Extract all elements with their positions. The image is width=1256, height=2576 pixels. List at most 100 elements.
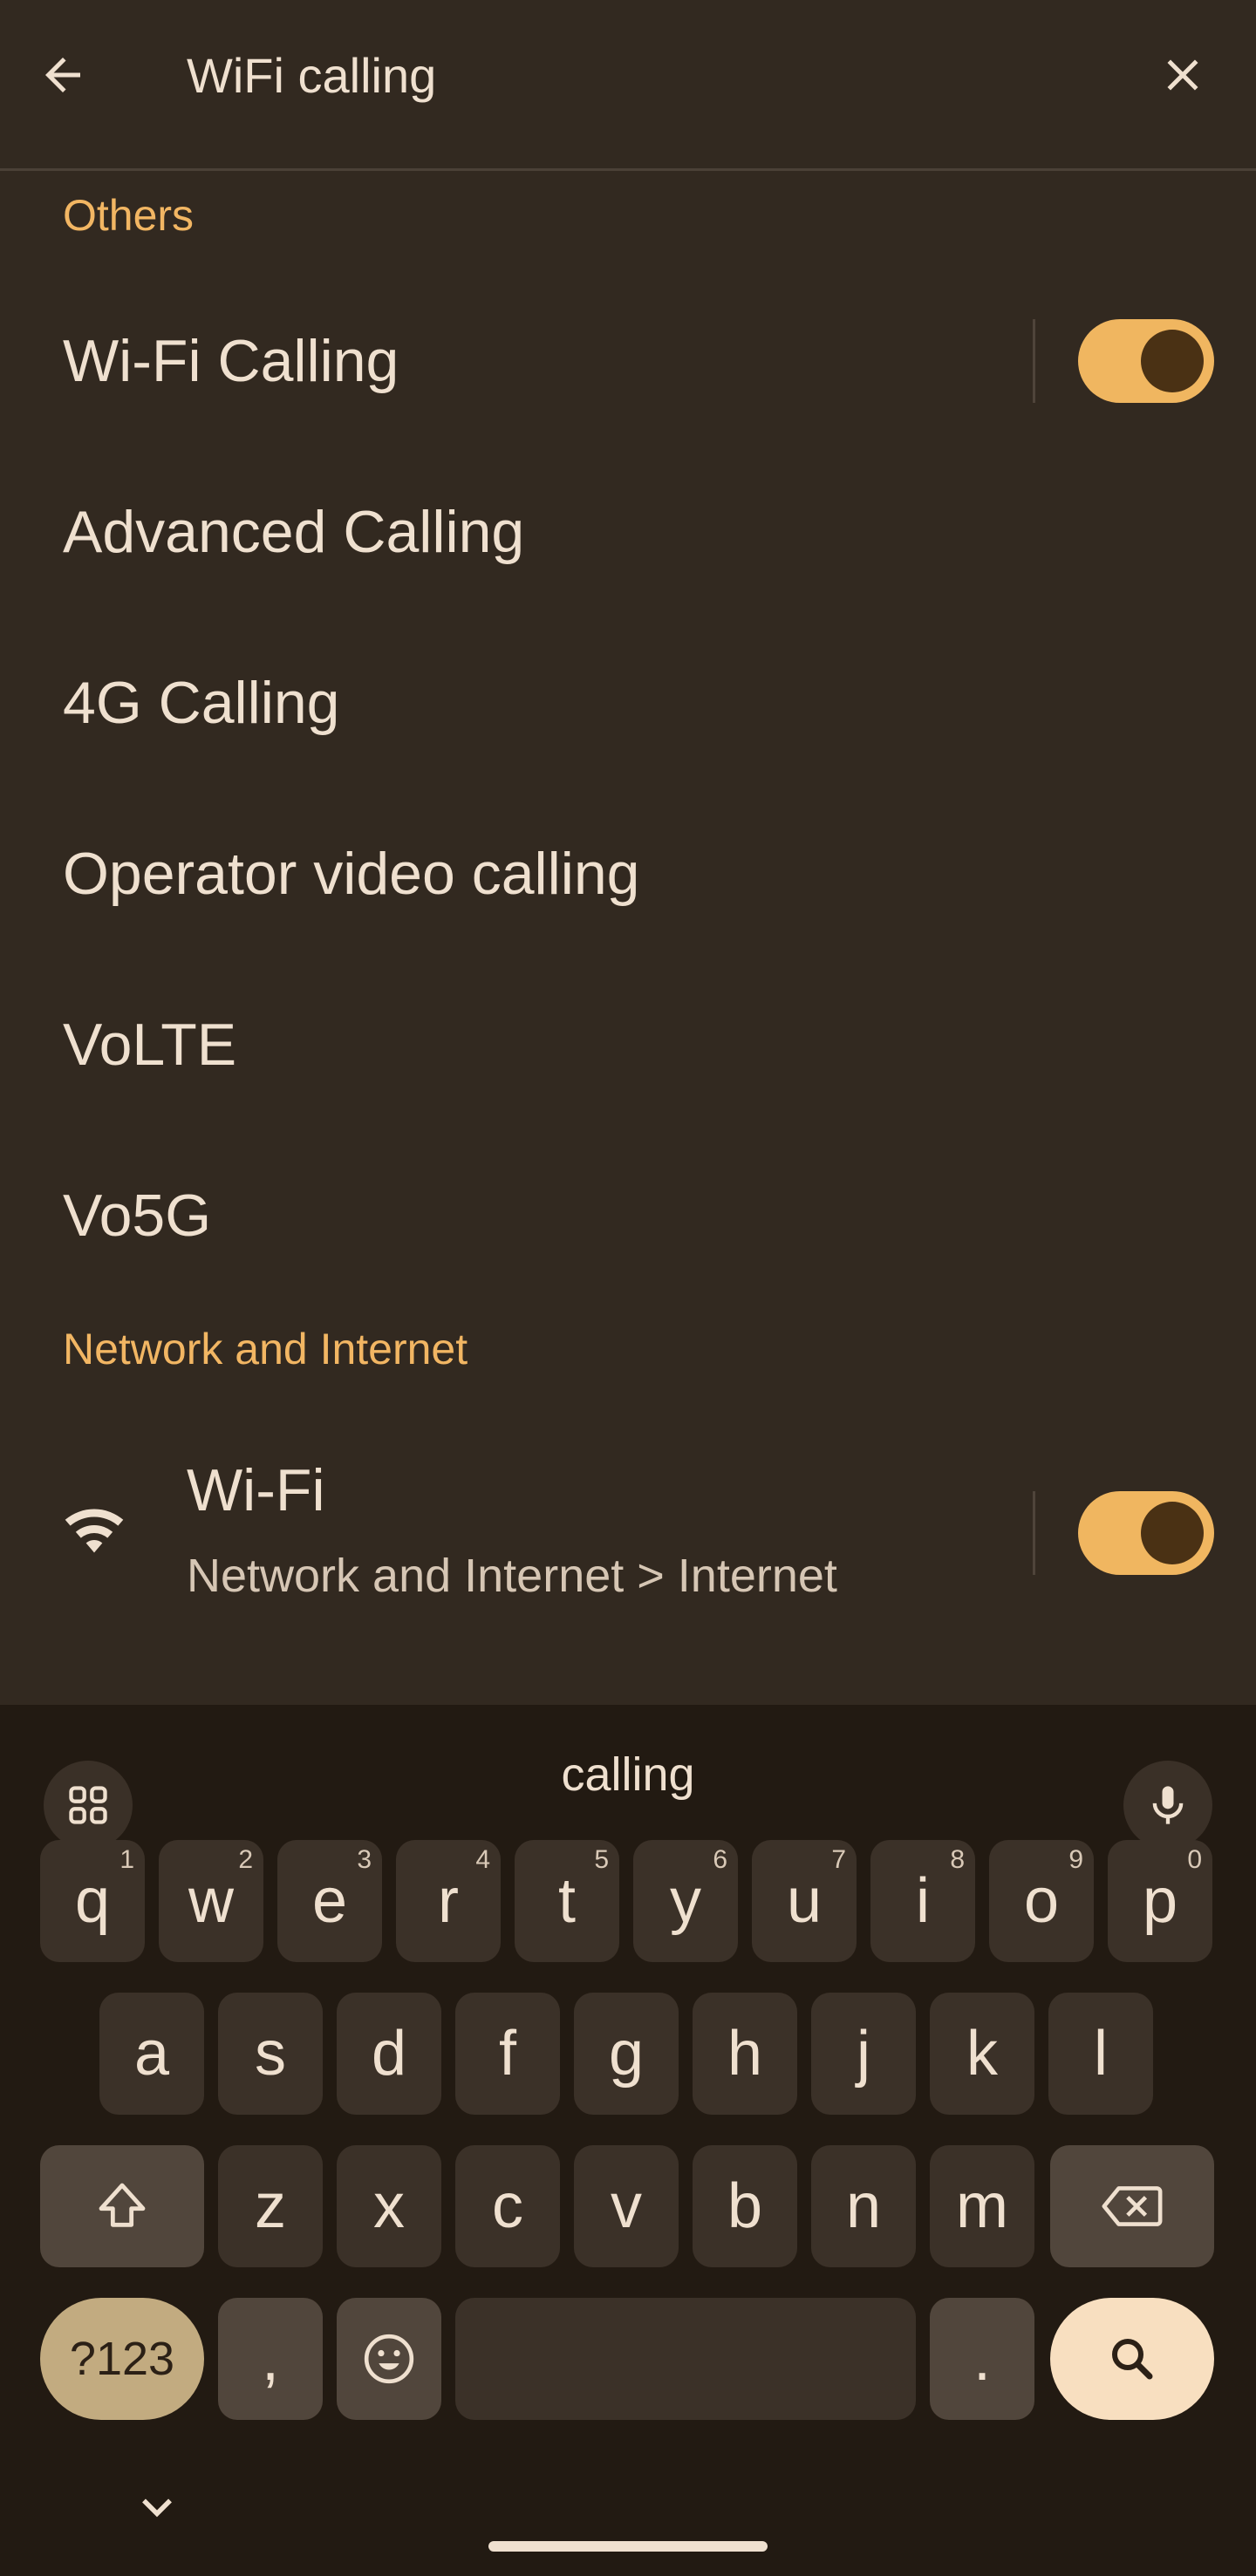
back-button[interactable] bbox=[10, 23, 115, 127]
key-label: o bbox=[1023, 1866, 1060, 1936]
section-header-others: Others bbox=[63, 191, 195, 240]
wifi-calling-toggle[interactable] bbox=[1078, 319, 1214, 403]
toggle-thumb bbox=[1141, 330, 1204, 392]
key-number-hint: 9 bbox=[1068, 1845, 1083, 1874]
comma-key[interactable]: , bbox=[218, 2298, 323, 2420]
key-label: g bbox=[608, 2019, 645, 2089]
toggle-divider bbox=[1033, 319, 1035, 403]
key-number-hint: 3 bbox=[357, 1845, 372, 1874]
key-s[interactable]: s bbox=[218, 1993, 323, 2115]
search-header bbox=[0, 0, 1256, 171]
key-x[interactable]: x bbox=[337, 2145, 441, 2267]
result-volte[interactable]: VoLTE bbox=[0, 959, 1256, 1130]
result-title: Vo5G bbox=[63, 1182, 212, 1249]
key-v[interactable]: v bbox=[574, 2145, 679, 2267]
section-header-network: Network and Internet bbox=[63, 1325, 468, 1373]
key-label: k bbox=[966, 2019, 998, 2089]
key-u[interactable]: u7 bbox=[752, 1840, 857, 1962]
key-b[interactable]: b bbox=[693, 2145, 797, 2267]
key-l[interactable]: l bbox=[1048, 1993, 1153, 2115]
result-title: VoLTE bbox=[63, 1012, 237, 1078]
key-label: m bbox=[956, 2171, 1008, 2241]
search-icon bbox=[1112, 2339, 1153, 2380]
key-t[interactable]: t5 bbox=[515, 1840, 619, 1962]
key-number-hint: 2 bbox=[238, 1845, 253, 1874]
key-number-hint: 7 bbox=[831, 1845, 846, 1874]
key-label: n bbox=[845, 2171, 882, 2241]
backspace-key[interactable] bbox=[1050, 2145, 1214, 2267]
key-label: f bbox=[498, 2019, 516, 2089]
result-title: Advanced Calling bbox=[63, 499, 525, 565]
clear-search-button[interactable] bbox=[1130, 23, 1235, 127]
key-o[interactable]: o9 bbox=[989, 1840, 1094, 1962]
result-wifi-calling[interactable]: Wi-Fi Calling bbox=[0, 276, 1256, 446]
result-title: Operator video calling bbox=[63, 841, 640, 907]
result-vo5g[interactable]: Vo5G bbox=[0, 1130, 1256, 1301]
settings-search-screen: Others Wi-Fi Calling Advanced Calling 4G… bbox=[0, 0, 1256, 2576]
key-label: i bbox=[916, 1866, 930, 1936]
key-label: h bbox=[727, 2019, 763, 2089]
key-j[interactable]: j bbox=[811, 1993, 916, 2115]
keyboard-hide-chevron-icon[interactable] bbox=[131, 2490, 183, 2525]
key-label: w bbox=[188, 1866, 234, 1936]
key-label: x bbox=[373, 2171, 405, 2241]
key-p[interactable]: p0 bbox=[1108, 1840, 1212, 1962]
grid-icon bbox=[69, 1786, 107, 1824]
arrow-back-icon bbox=[45, 58, 80, 92]
key-label: b bbox=[727, 2171, 763, 2241]
result-title: 4G Calling bbox=[63, 670, 340, 736]
result-4g-calling[interactable]: 4G Calling bbox=[0, 617, 1256, 788]
result-wifi[interactable] bbox=[0, 1418, 1256, 1648]
emoji-icon bbox=[364, 2334, 414, 2384]
key-label: j bbox=[857, 2019, 870, 2089]
keyboard: calling q1w2e3r4t5y6u7i8o9p0 asdfghjkl z… bbox=[0, 1705, 1256, 2576]
key-label: d bbox=[371, 2019, 407, 2089]
toggle-divider bbox=[1033, 1491, 1035, 1575]
space-key[interactable] bbox=[455, 2298, 916, 2420]
key-i[interactable]: i8 bbox=[870, 1840, 975, 1962]
key-q[interactable]: q1 bbox=[40, 1840, 145, 1962]
key-label: t bbox=[557, 1866, 576, 1936]
key-z[interactable]: z bbox=[218, 2145, 323, 2267]
result-title: Wi-Fi Calling bbox=[63, 328, 399, 394]
key-r[interactable]: r4 bbox=[396, 1840, 501, 1962]
emoji-key[interactable] bbox=[337, 2298, 441, 2420]
shift-key[interactable] bbox=[40, 2145, 204, 2267]
key-number-hint: 5 bbox=[594, 1845, 609, 1874]
wifi-icon bbox=[65, 1509, 124, 1553]
result-advanced-calling[interactable]: Advanced Calling bbox=[0, 446, 1256, 617]
key-label: s bbox=[255, 2019, 286, 2089]
result-operator-video-calling[interactable]: Operator video calling bbox=[0, 788, 1256, 959]
wifi-toggle[interactable] bbox=[1078, 1491, 1214, 1575]
key-label: v bbox=[611, 2171, 642, 2241]
period-key[interactable]: . bbox=[930, 2298, 1034, 2420]
voice-input-button[interactable] bbox=[1123, 1761, 1212, 1850]
key-k[interactable]: k bbox=[930, 1993, 1034, 2115]
key-h[interactable]: h bbox=[693, 1993, 797, 2115]
search-input[interactable] bbox=[187, 35, 1094, 115]
key-m[interactable]: m bbox=[930, 2145, 1034, 2267]
symbols-key[interactable]: ?123 bbox=[40, 2298, 204, 2420]
key-f[interactable]: f bbox=[455, 1993, 560, 2115]
key-label: r bbox=[438, 1866, 459, 1936]
key-label: c bbox=[492, 2171, 523, 2241]
key-label: l bbox=[1094, 2019, 1108, 2089]
wifi-title: Wi-Fi bbox=[187, 1457, 325, 1523]
key-g[interactable]: g bbox=[574, 1993, 679, 2115]
key-d[interactable]: d bbox=[337, 1993, 441, 2115]
key-n[interactable]: n bbox=[811, 2145, 916, 2267]
search-key[interactable] bbox=[1050, 2298, 1214, 2420]
wifi-subtitle: Network and Internet > Internet bbox=[187, 1550, 837, 1602]
key-w[interactable]: w2 bbox=[159, 1840, 263, 1962]
key-a[interactable]: a bbox=[99, 1993, 204, 2115]
key-c[interactable]: c bbox=[455, 2145, 560, 2267]
key-number-hint: 8 bbox=[950, 1845, 965, 1874]
keyboard-menu-button[interactable] bbox=[44, 1761, 133, 1850]
key-number-hint: 6 bbox=[713, 1845, 727, 1874]
home-indicator[interactable] bbox=[488, 2541, 768, 2552]
key-e[interactable]: e3 bbox=[277, 1840, 382, 1962]
key-y[interactable]: y6 bbox=[633, 1840, 738, 1962]
toggle-thumb bbox=[1141, 1502, 1204, 1564]
key-label: q bbox=[74, 1866, 111, 1936]
word-suggestion[interactable]: calling bbox=[454, 1731, 802, 1818]
